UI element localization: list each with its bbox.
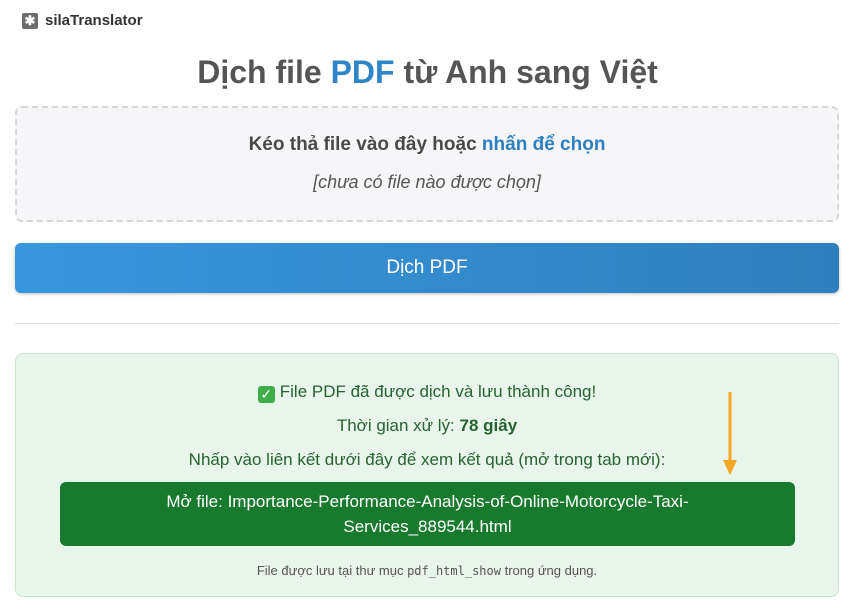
- folder-name: pdf_html_show: [407, 564, 501, 578]
- title-suffix: từ Anh sang Việt: [394, 54, 658, 90]
- result-panel: ✓ File PDF đã được dịch và lưu thành công…: [15, 353, 839, 597]
- save-location-note: File được lưu tại thư mục pdf_html_show …: [16, 563, 838, 578]
- open-result-link[interactable]: Mở file: Importance-Performance-Analysis…: [60, 482, 795, 546]
- time-label: Thời gian xử lý:: [336, 416, 460, 435]
- time-value: 78 giây: [459, 416, 518, 435]
- choose-file-link[interactable]: nhấn để chọn: [482, 134, 606, 155]
- divider: [15, 323, 839, 324]
- translate-button[interactable]: Dịch PDF: [15, 243, 839, 293]
- processing-time: Thời gian xử lý: 78 giây: [16, 416, 838, 436]
- note-suffix: trong ứng dụng.: [500, 563, 598, 578]
- success-message: ✓ File PDF đã được dịch và lưu thành công…: [16, 382, 838, 403]
- note-prefix: File được lưu tại thư mục: [256, 563, 408, 578]
- file-status: [chưa có file nào được chọn]: [313, 172, 541, 192]
- success-text: File PDF đã được dịch và lưu thành công!: [279, 382, 597, 401]
- dropzone-instruction: Kéo thả file vào đây hoặc nhấn để chọn: [17, 134, 837, 156]
- arrow-down-icon: [723, 392, 737, 475]
- brand-name: silaTranslator: [45, 12, 143, 29]
- link-instruction: Nhấp vào liên kết dưới đây để xem kết qu…: [188, 450, 666, 469]
- brand: ✱ silaTranslator: [22, 12, 143, 29]
- check-icon: ✓: [257, 386, 275, 403]
- file-dropzone[interactable]: Kéo thả file vào đây hoặc nhấn để chọn […: [15, 106, 839, 222]
- title-prefix: Dịch file: [197, 54, 331, 90]
- page-title: Dịch file PDF từ Anh sang Việt: [0, 54, 855, 91]
- star-icon: ✱: [22, 12, 38, 29]
- dropzone-text: Kéo thả file vào đây hoặc: [248, 134, 482, 155]
- title-accent: PDF: [330, 54, 395, 90]
